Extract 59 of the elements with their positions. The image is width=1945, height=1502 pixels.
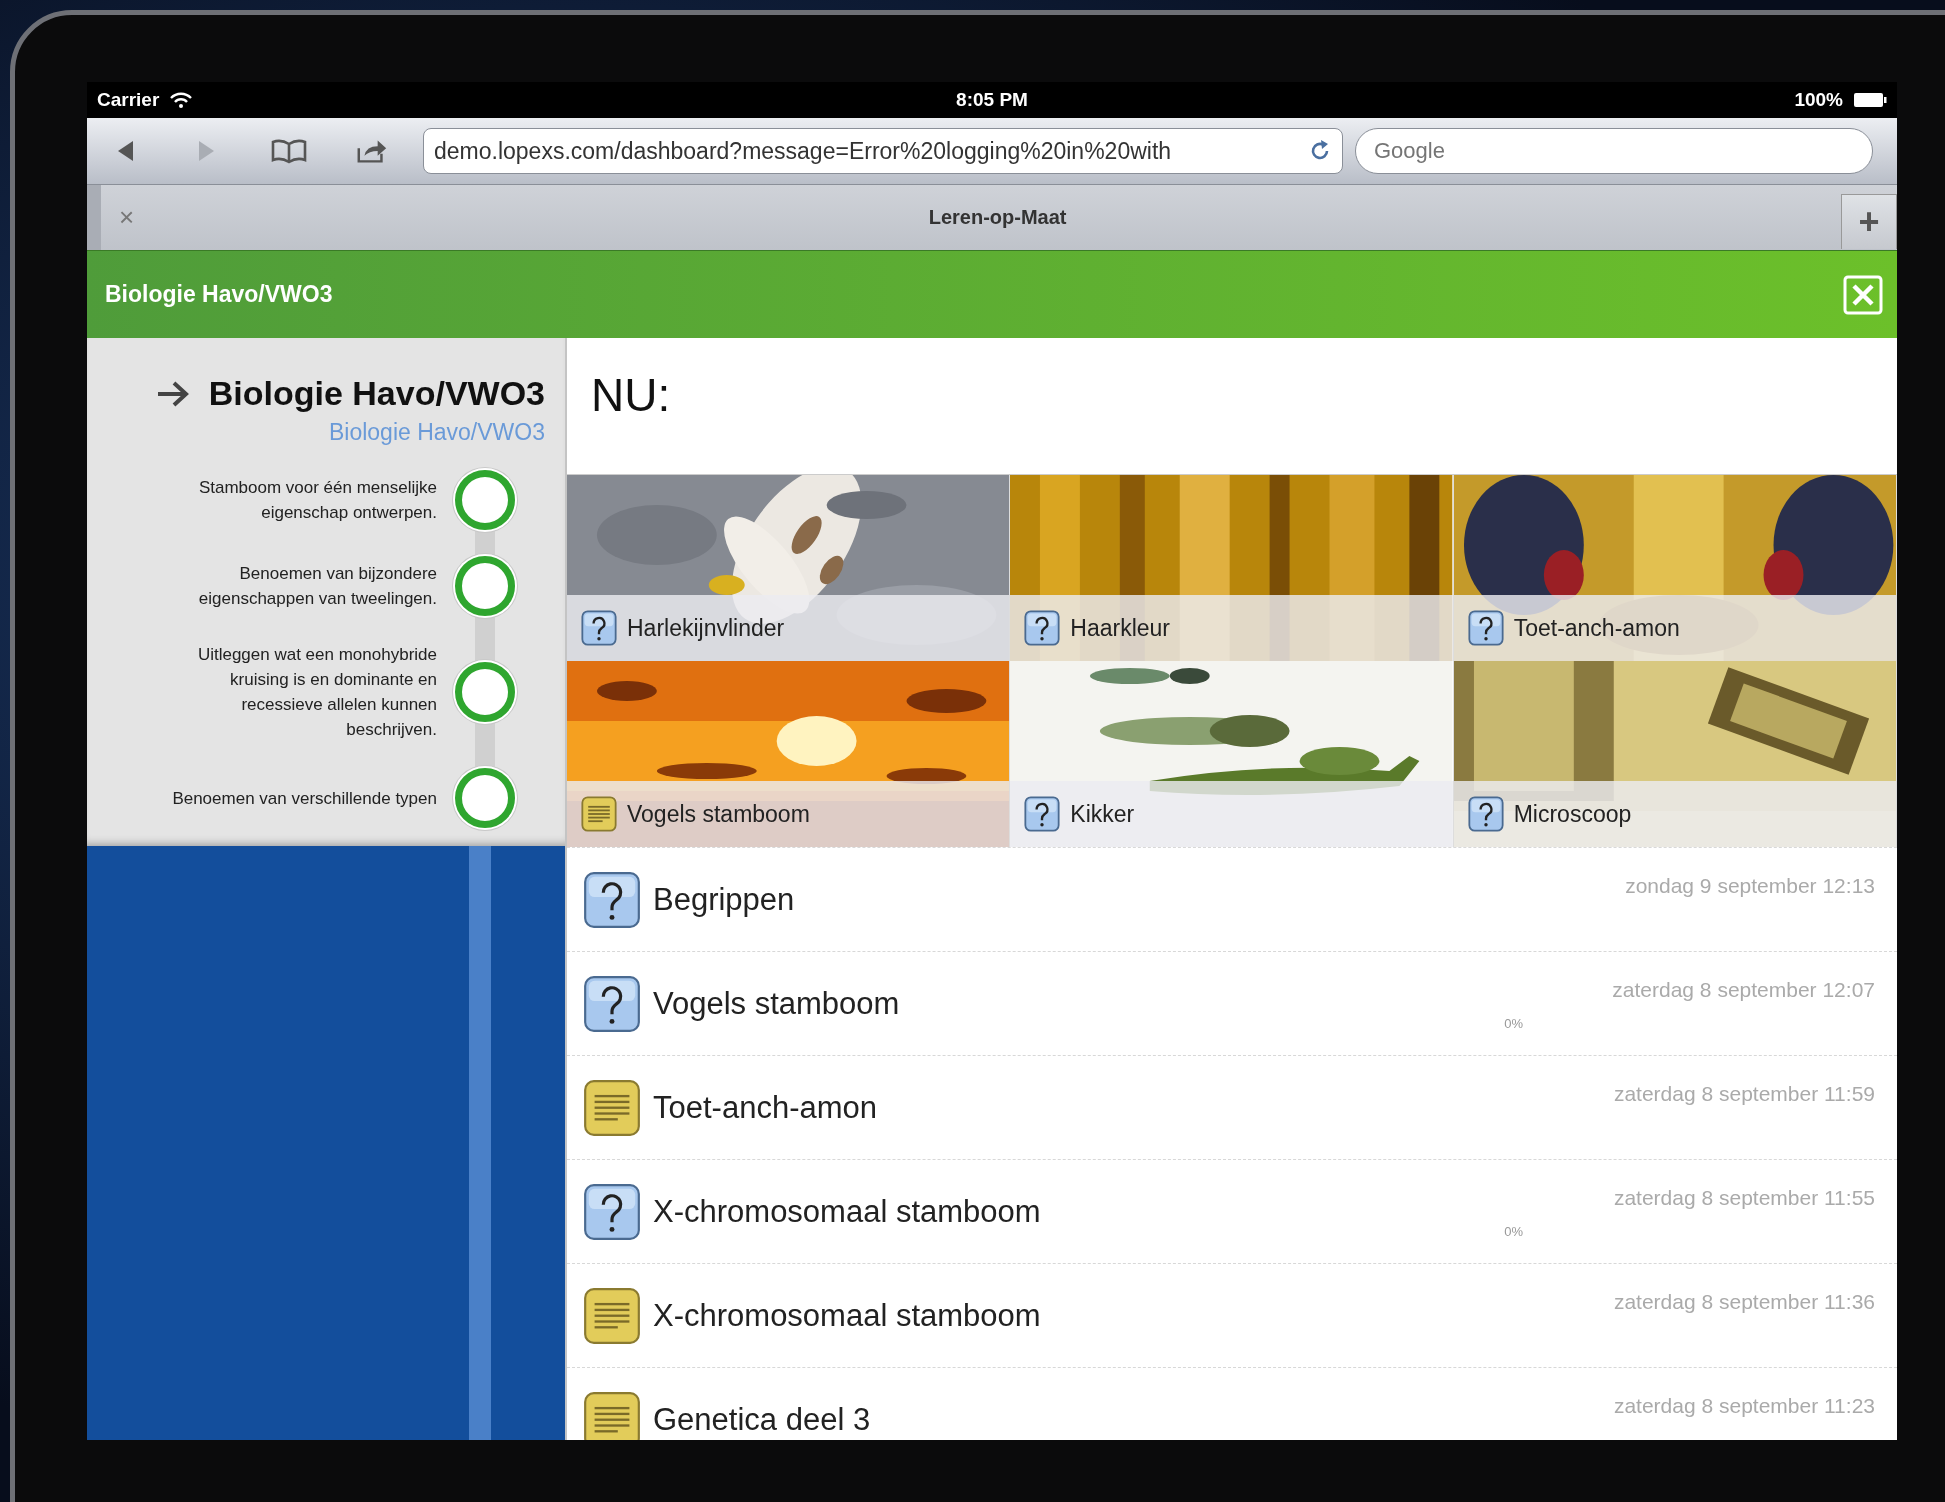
activity-title: Vogels stamboom: [653, 985, 901, 1022]
document-icon: [583, 1286, 641, 1345]
goal-text: Benoemen van bijzondere eigenschappen van tweelingen.: [197, 563, 437, 610]
question-icon: [1024, 610, 1061, 646]
goal-text: Benoemen van verschillende typen: [171, 787, 437, 810]
activity-title: Begrippen: [653, 881, 796, 918]
activity-row[interactable]: Genetica deel 3 zaterdag 8 september 11:23: [567, 1367, 1897, 1440]
tile-label: Toet-anch-amon: [1513, 614, 1680, 642]
tile-label: Vogels stamboom: [627, 800, 810, 828]
progress-circle: [455, 556, 515, 616]
progress-label: 0%: [1504, 1224, 1523, 1239]
activity-tile[interactable]: Microscoop: [1453, 661, 1897, 847]
activity-date: zaterdag 8 september 11:23: [1613, 1394, 1875, 1418]
search-field[interactable]: Google: [1355, 128, 1873, 174]
tile-label: Microscoop: [1513, 800, 1632, 828]
tile-label: Harlekijnvlinder: [627, 614, 785, 642]
battery-percentage: 100%: [1794, 89, 1843, 111]
progress-circle: [455, 768, 515, 828]
activity-title: X-chromosomaal stamboom: [653, 1297, 1042, 1334]
activity-title: Genetica deel 3: [653, 1401, 872, 1438]
new-tab-button[interactable]: +: [1841, 194, 1897, 249]
question-icon: [583, 1182, 641, 1241]
activity-tile[interactable]: Haarkleur: [1010, 475, 1454, 661]
question-icon: [1024, 796, 1061, 832]
section-heading: NU:: [590, 368, 672, 423]
goal-text: Uitleggen wat een monohybride kruising is en dominante en recessieve allelen kunnen beschrijven.: [196, 644, 437, 741]
url-field[interactable]: demo.lopexs.com/dashboard?message=Error%20logging%20in%20with: [423, 128, 1343, 174]
question-icon: [1467, 796, 1504, 832]
clock: 8:05 PM: [956, 89, 1028, 111]
activity-date: zondag 9 september 12:13: [1625, 874, 1875, 898]
question-icon: [581, 610, 617, 646]
progress-label: 0%: [1504, 1016, 1523, 1031]
question-icon: [583, 870, 641, 929]
document-icon: [581, 796, 617, 832]
tile-label: Kikker: [1070, 800, 1135, 828]
activity-date: zaterdag 8 september 11:55: [1613, 1186, 1875, 1210]
activity-date: zaterdag 8 september 12:07: [1612, 978, 1875, 1002]
carrier-label: Carrier: [97, 89, 160, 111]
document-icon: [583, 1078, 641, 1137]
tile-label: Haarkleur: [1070, 614, 1171, 642]
activity-title: X-chromosomaal stamboom: [653, 1193, 1042, 1230]
activity-tile[interactable]: Harlekijnvlinder: [567, 475, 1011, 661]
activity-tile[interactable]: Kikker: [1010, 661, 1454, 847]
document-icon: [583, 1390, 641, 1440]
progress-circle: [455, 662, 515, 722]
activity-tile[interactable]: Toet-anch-amon: [1453, 475, 1897, 661]
activity-date: zaterdag 8 september 11:59: [1613, 1082, 1875, 1106]
activity-tile[interactable]: Vogels stamboom: [567, 661, 1011, 847]
question-icon: [583, 974, 641, 1033]
sidebar-title: Biologie Havo/VWO3: [208, 374, 545, 413]
wifi-icon: [169, 91, 194, 109]
goal-text: Stamboom voor één menselijke eigenschap ontwerpen.: [197, 477, 437, 524]
activity-date: zaterdag 8 september 11:36: [1613, 1290, 1875, 1314]
tab-title[interactable]: Leren-op-Maat: [154, 206, 1841, 229]
activity-title: Toet-anch-amon: [653, 1089, 878, 1126]
course-title: Biologie Havo/VWO3: [105, 281, 333, 308]
battery-icon: [1853, 92, 1887, 108]
progress-circle: [455, 470, 515, 530]
question-icon: [1467, 610, 1504, 646]
